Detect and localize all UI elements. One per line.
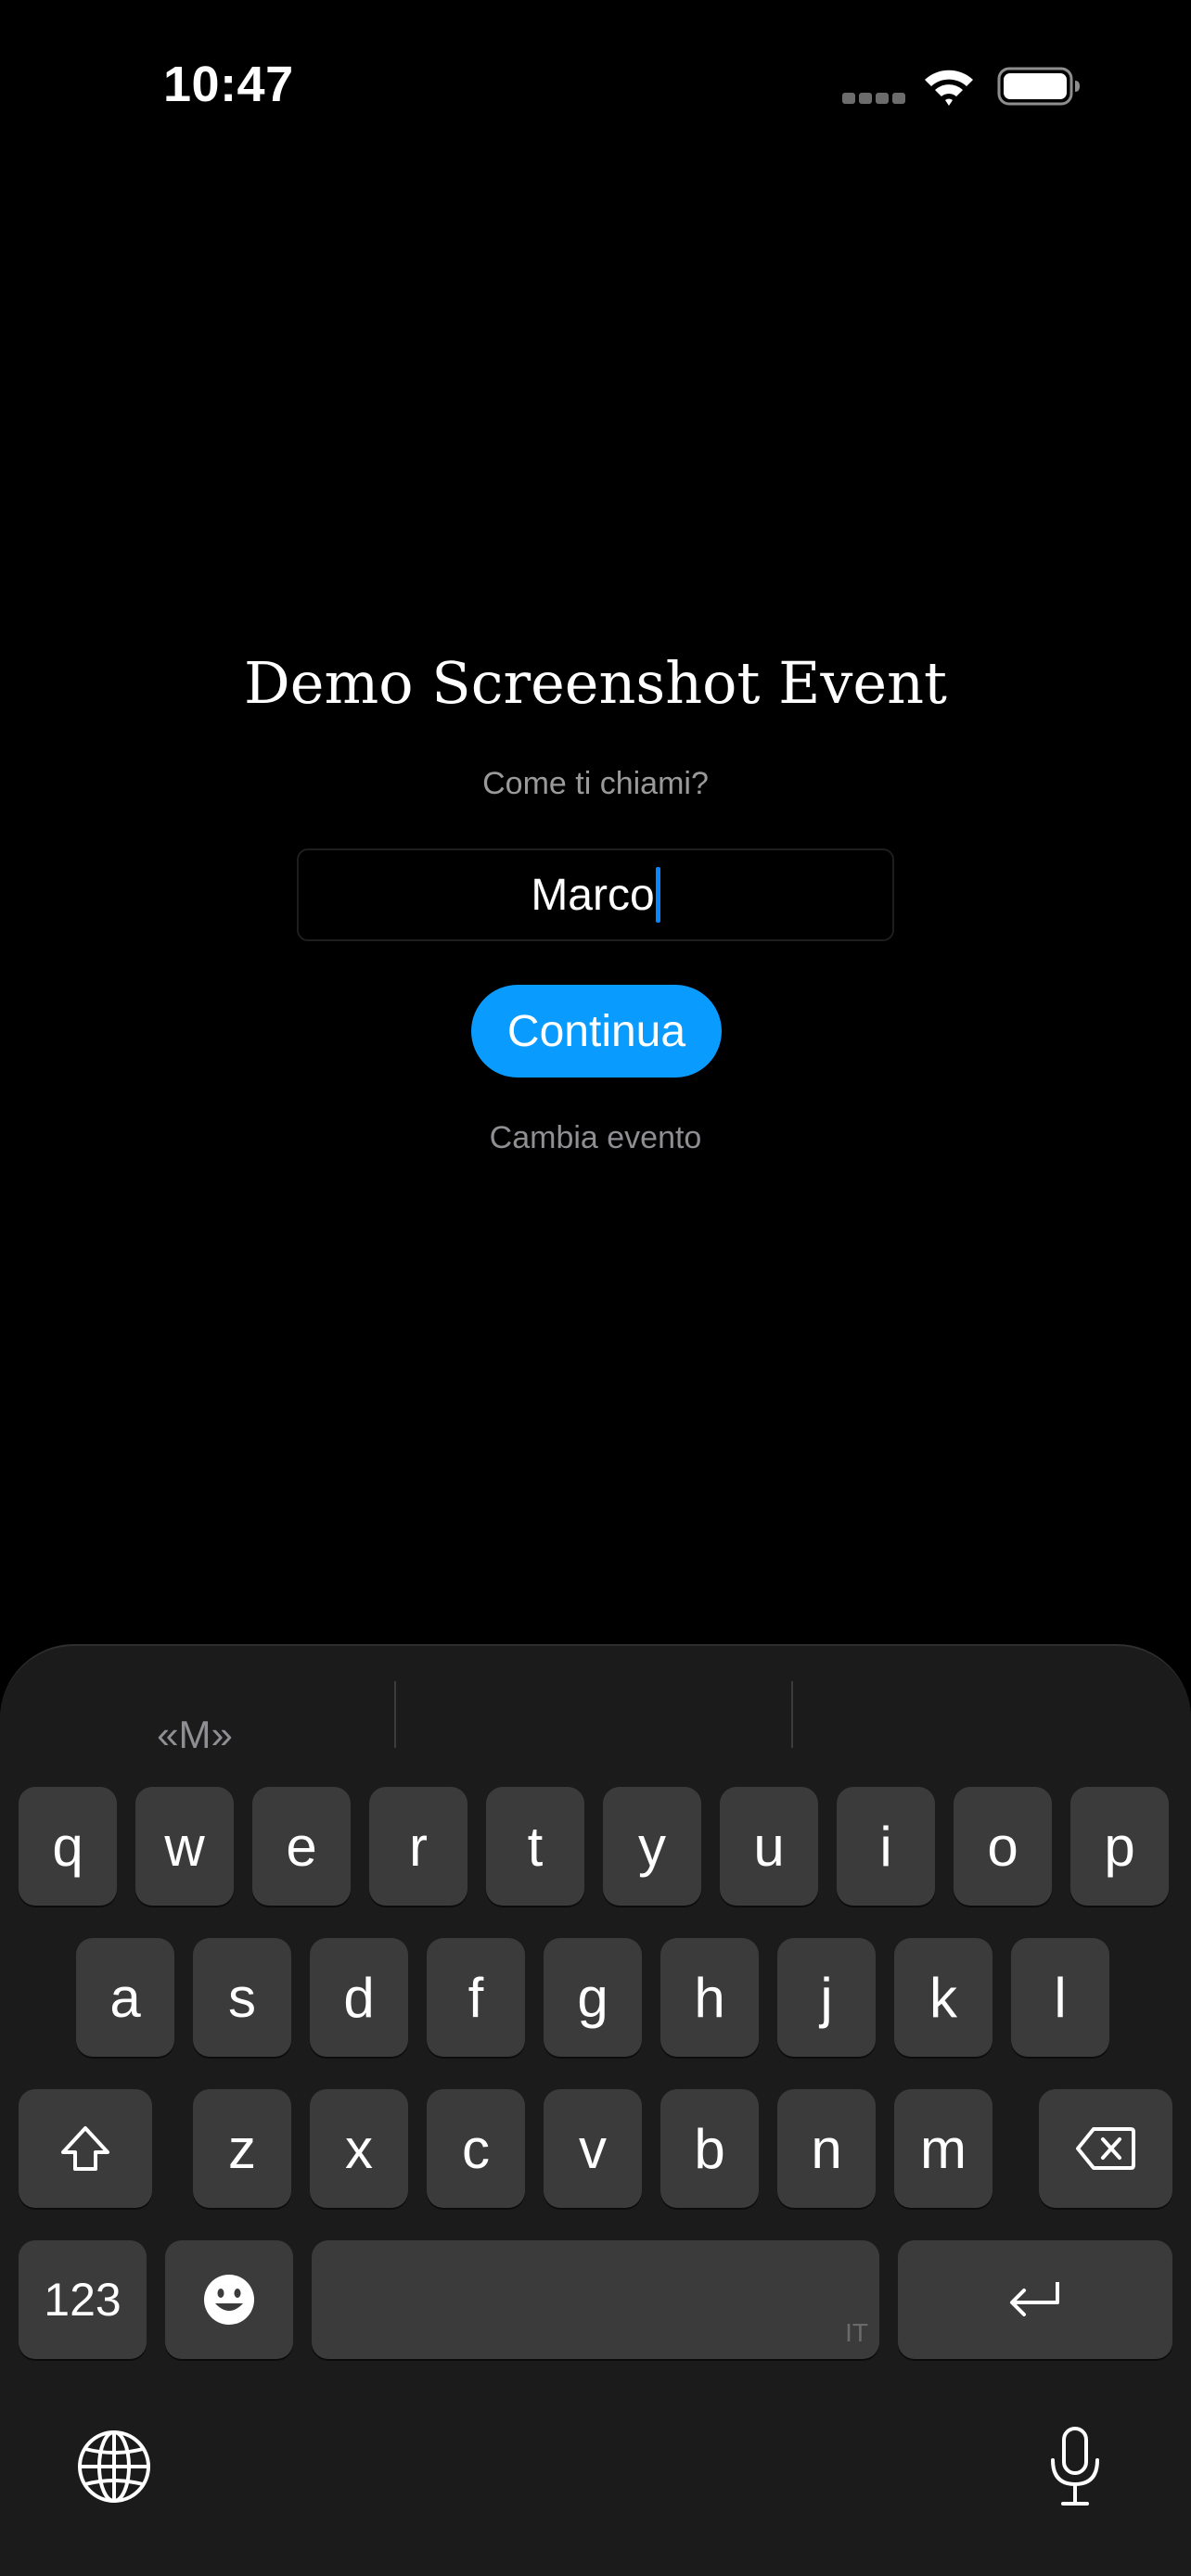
emoji-icon bbox=[204, 2275, 254, 2325]
key-t[interactable]: t bbox=[486, 1787, 584, 1906]
globe-icon[interactable] bbox=[76, 2429, 152, 2505]
emoji-key[interactable] bbox=[165, 2240, 293, 2359]
key-p[interactable]: p bbox=[1070, 1787, 1169, 1906]
name-prompt: Come ti chiami? bbox=[482, 766, 709, 801]
name-input-value: Marco bbox=[531, 870, 655, 920]
key-q[interactable]: q bbox=[19, 1787, 117, 1906]
battery-icon bbox=[997, 67, 1080, 106]
text-caret bbox=[655, 867, 660, 923]
status-time: 10:47 bbox=[163, 57, 294, 112]
shift-icon bbox=[61, 2126, 109, 2171]
key-h[interactable]: h bbox=[660, 1938, 759, 2057]
suggestion-2[interactable] bbox=[399, 1702, 788, 1768]
microphone-icon[interactable] bbox=[1046, 2425, 1104, 2508]
key-u[interactable]: u bbox=[720, 1787, 818, 1906]
numbers-key[interactable]: 123 bbox=[19, 2240, 147, 2359]
key-d[interactable]: d bbox=[310, 1938, 408, 2057]
key-y[interactable]: y bbox=[603, 1787, 701, 1906]
key-b[interactable]: b bbox=[660, 2089, 759, 2208]
suggestion-divider bbox=[791, 1681, 793, 1748]
key-j[interactable]: j bbox=[777, 1938, 876, 2057]
key-x[interactable]: x bbox=[310, 2089, 408, 2208]
change-event-link[interactable]: Cambia evento bbox=[0, 1120, 1191, 1156]
key-g[interactable]: g bbox=[544, 1938, 642, 2057]
space-language-label: IT bbox=[845, 2318, 868, 2347]
name-input[interactable]: Marco bbox=[297, 848, 894, 941]
key-k[interactable]: k bbox=[894, 1938, 992, 2057]
key-w[interactable]: w bbox=[135, 1787, 234, 1906]
suggestion-divider bbox=[394, 1681, 396, 1748]
key-l[interactable]: l bbox=[1011, 1938, 1109, 2057]
delete-icon bbox=[1076, 2127, 1135, 2170]
key-i[interactable]: i bbox=[837, 1787, 935, 1906]
return-key[interactable] bbox=[898, 2240, 1172, 2359]
key-c[interactable]: c bbox=[427, 2089, 525, 2208]
key-z[interactable]: z bbox=[193, 2089, 291, 2208]
cellular-signal-icon bbox=[842, 93, 905, 106]
keyboard: «M» q w e r t y u i o p a s d f g h j k … bbox=[0, 1644, 1191, 2576]
shift-key[interactable] bbox=[19, 2089, 152, 2208]
return-icon bbox=[1010, 2282, 1059, 2316]
key-o[interactable]: o bbox=[954, 1787, 1052, 1906]
continue-button[interactable]: Continua bbox=[471, 985, 722, 1078]
key-n[interactable]: n bbox=[777, 2089, 876, 2208]
key-m[interactable]: m bbox=[894, 2089, 992, 2208]
suggestion-1[interactable]: «M» bbox=[37, 1702, 352, 1768]
delete-key[interactable] bbox=[1039, 2089, 1172, 2208]
space-key[interactable]: IT bbox=[312, 2240, 879, 2359]
suggestion-3[interactable] bbox=[798, 1702, 1169, 1768]
event-title: Demo Screenshot Event bbox=[244, 649, 947, 717]
key-f[interactable]: f bbox=[427, 1938, 525, 2057]
key-e[interactable]: e bbox=[252, 1787, 351, 1906]
key-r[interactable]: r bbox=[369, 1787, 467, 1906]
key-s[interactable]: s bbox=[193, 1938, 291, 2057]
key-v[interactable]: v bbox=[544, 2089, 642, 2208]
wifi-icon bbox=[925, 70, 973, 106]
key-a[interactable]: a bbox=[76, 1938, 174, 2057]
